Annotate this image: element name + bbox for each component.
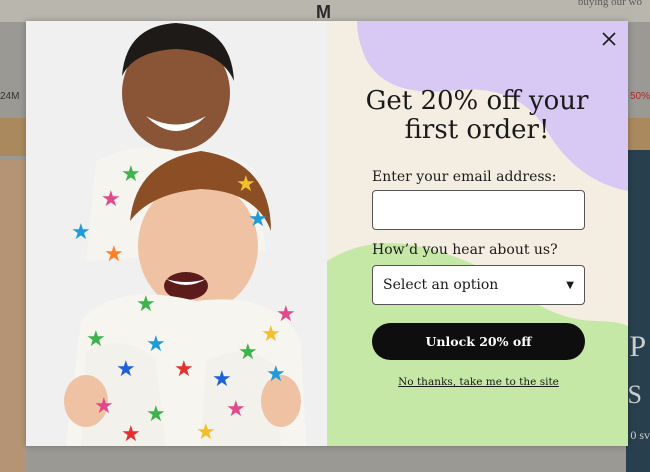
svg-text:★: ★ xyxy=(226,397,246,422)
svg-text:★: ★ xyxy=(101,187,121,212)
svg-text:★: ★ xyxy=(248,207,268,232)
background-right-panel xyxy=(626,150,650,472)
referral-label: How’d you hear about us? xyxy=(372,242,558,258)
kids-photo: ★ ★ ★ ★ ★ ★ ★ ★ ★ ★ ★ ★ ★ ★ ★ ★ ★ ★ ★ ★ xyxy=(26,21,327,446)
svg-text:★: ★ xyxy=(94,394,114,419)
background-brand-letter: M xyxy=(316,2,331,22)
background-right-letter-2: S xyxy=(627,380,642,409)
referral-select[interactable]: Select an option ▼ xyxy=(372,265,585,305)
background-top-text: buying our wo xyxy=(577,0,642,8)
triangle-down-icon: ▼ xyxy=(566,279,574,291)
svg-text:★: ★ xyxy=(174,357,194,382)
svg-text:★: ★ xyxy=(116,357,136,382)
svg-text:★: ★ xyxy=(196,420,216,445)
signup-panel: Get 20% off your first order! Enter your… xyxy=(327,21,628,446)
svg-text:★: ★ xyxy=(71,220,91,245)
background-right-small-text: 0 sv xyxy=(630,428,650,442)
background-left-image xyxy=(0,160,26,472)
svg-text:★: ★ xyxy=(238,340,258,365)
promo-headline: Get 20% off your first order! xyxy=(365,86,589,145)
svg-text:★: ★ xyxy=(212,367,232,392)
svg-text:★: ★ xyxy=(136,292,156,317)
svg-text:★: ★ xyxy=(276,302,296,327)
unlock-discount-button[interactable]: Unlock 20% off xyxy=(372,323,585,360)
background-right-letter: P xyxy=(629,330,646,363)
svg-text:★: ★ xyxy=(86,327,106,352)
promo-modal: ★ ★ ★ ★ ★ ★ ★ ★ ★ ★ ★ ★ ★ ★ ★ ★ ★ ★ ★ ★ xyxy=(26,21,628,446)
svg-text:★: ★ xyxy=(121,422,141,446)
svg-text:★: ★ xyxy=(236,172,256,197)
svg-text:★: ★ xyxy=(104,242,124,267)
close-icon[interactable] xyxy=(600,30,618,48)
svg-text:★: ★ xyxy=(146,332,166,357)
background-sale-text: 50% xyxy=(629,91,650,102)
referral-select-value: Select an option xyxy=(383,277,499,293)
svg-text:★: ★ xyxy=(266,362,286,387)
background-left-text: 24M xyxy=(0,91,20,102)
kids-illustration: ★ ★ ★ ★ ★ ★ ★ ★ ★ ★ ★ ★ ★ ★ ★ ★ ★ ★ ★ ★ xyxy=(26,21,327,446)
svg-text:★: ★ xyxy=(121,162,141,187)
svg-text:★: ★ xyxy=(146,402,166,427)
email-label: Enter your email address: xyxy=(372,169,557,185)
email-input[interactable] xyxy=(372,190,585,230)
decline-link[interactable]: No thanks, take me to the site xyxy=(372,376,585,388)
